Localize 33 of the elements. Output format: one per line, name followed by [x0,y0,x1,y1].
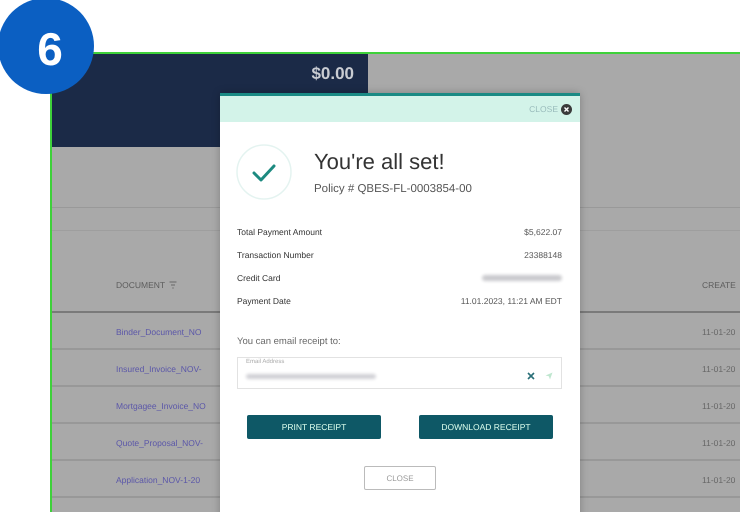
document-link[interactable]: Binder_Document_NO [116,326,202,336]
detail-value: $5,622.07 [524,226,562,236]
close-link[interactable]: CLOSE [529,104,572,114]
document-link[interactable]: Quote_Proposal_NOV- [116,438,203,448]
created-date: 11-01-20 [702,364,736,374]
column-header: DOCUMENT [116,280,166,290]
created-date: 11-01-20 [702,326,736,336]
amount-due-value: $0.00 [311,64,354,84]
detail-label: Payment Date [237,296,291,306]
column-header: CREATE [702,280,736,290]
policy-number: Policy # QBES-FL-0003854-00 [314,183,472,195]
send-icon[interactable] [545,372,553,380]
created-date: 11-01-20 [702,474,736,484]
detail-label: Credit Card [237,272,280,282]
receipt-button[interactable]: DOWNLOAD RECEIPT [419,415,553,439]
clear-icon[interactable] [527,372,535,380]
close-button[interactable]: CLOSE [364,466,436,490]
detail-value: 11.01.2023, 11:21 AM EDT [460,296,562,306]
created-date: 11-01-20 [702,438,736,448]
close-icon [561,104,572,114]
detail-label: Transaction Number [237,250,314,260]
created-date: 11-01-20 [702,400,736,410]
detail-label: Total Payment Amount [237,226,322,236]
step-number-badge: 6 [0,0,94,94]
document-link[interactable]: Insured_Invoice_NOV- [116,364,202,374]
filter-icon[interactable] [169,281,178,289]
receipt-button[interactable]: PRINT RECEIPT [247,415,381,439]
document-link[interactable]: Application_NOV-1-20 [116,474,200,484]
detail-value: 23388148 [524,250,562,260]
success-check-icon [236,144,292,200]
document-link[interactable]: Mortgagee_Invoice_NO [116,400,206,410]
dialog-title: You're all set! [314,149,446,175]
email-prompt: You can email receipt to: [237,336,342,347]
